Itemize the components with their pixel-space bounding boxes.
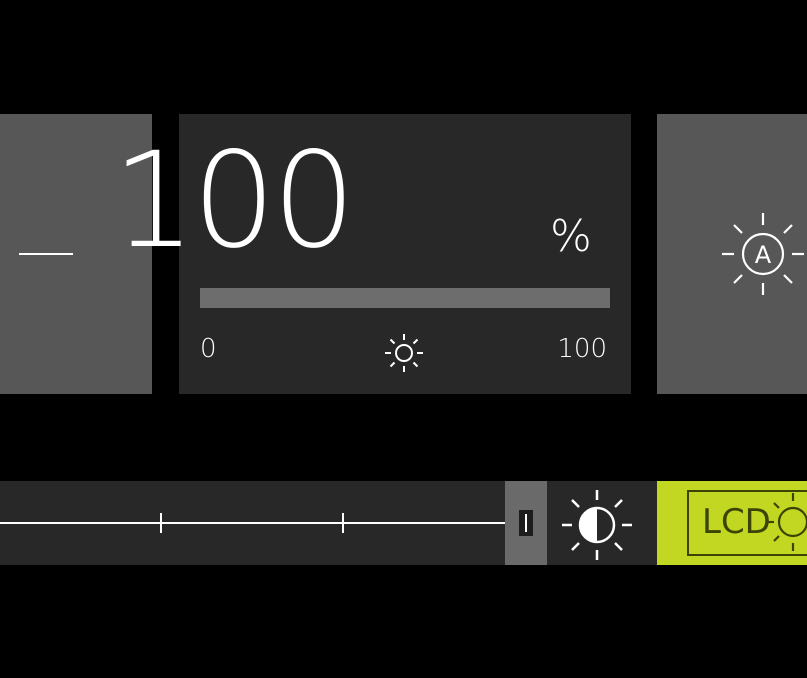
brightness-level-fill bbox=[200, 288, 610, 308]
slider-tick bbox=[342, 513, 344, 533]
scale-max-label: 100 bbox=[557, 334, 607, 364]
lcd-backlight-button[interactable]: LCD bbox=[657, 481, 807, 565]
contrast-icon[interactable] bbox=[560, 488, 634, 562]
brightness-unit: % bbox=[550, 211, 592, 262]
slider-tick bbox=[160, 513, 162, 533]
slider-track[interactable] bbox=[0, 522, 505, 524]
brightness-value: 100 bbox=[112, 124, 356, 278]
auto-brightness-icon: A bbox=[722, 213, 804, 295]
brightness-level-bar bbox=[200, 288, 610, 308]
svg-text:A: A bbox=[755, 241, 772, 269]
lcd-backlight-icon bbox=[766, 493, 807, 551]
sun-icon bbox=[385, 334, 423, 372]
slider-thumb[interactable] bbox=[505, 481, 547, 565]
scale-min-label: 0 bbox=[200, 334, 217, 364]
slider-grip bbox=[519, 510, 533, 536]
